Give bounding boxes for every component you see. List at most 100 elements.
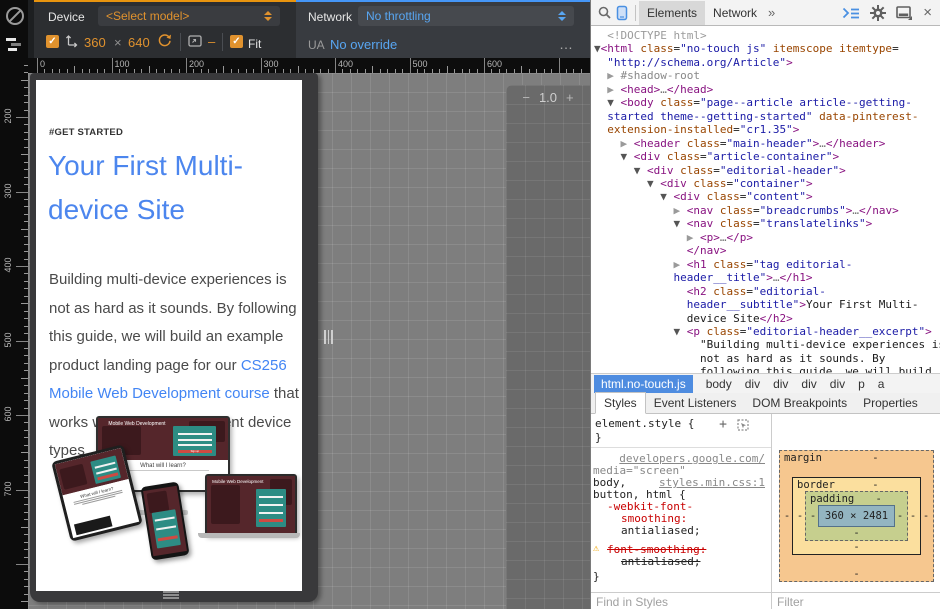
dom-tree-node[interactable]: ▼ <body class="page--article article--ge… xyxy=(594,96,940,109)
tab-styles[interactable]: Styles xyxy=(595,392,646,414)
ruler-label: 600 xyxy=(487,59,502,69)
laptop-base xyxy=(198,533,300,538)
breadcrumb-item[interactable]: div xyxy=(773,377,788,391)
height-field[interactable]: 640 xyxy=(128,35,150,50)
device-model-select[interactable]: <Select model> xyxy=(98,6,280,26)
new-style-rule-icon[interactable]: + xyxy=(719,417,727,432)
ua-override-value[interactable]: No override xyxy=(330,37,397,52)
network-waterfall-icon[interactable] xyxy=(6,38,23,51)
ruler-label: 400 xyxy=(3,250,13,280)
device-bottom-handle[interactable] xyxy=(163,591,179,599)
swap-dimensions-icon[interactable] xyxy=(65,33,79,48)
ruler-label: 500 xyxy=(3,325,13,355)
dom-tree-node[interactable]: ▶ <header class="main-header">…</header> xyxy=(594,137,940,150)
scale-value[interactable]: – xyxy=(208,34,215,49)
element-state-icon[interactable] xyxy=(737,419,749,431)
dom-tree-node[interactable]: started theme--getting-started" data-pin… xyxy=(594,110,940,123)
network-section: Network No throttling UA No override xyxy=(296,0,590,58)
dock-side-icon[interactable] xyxy=(896,6,913,20)
dom-tree-node[interactable]: ▼<html class="no-touch js" itemscope ite… xyxy=(594,42,940,55)
dom-tree-node[interactable]: header__title">…</h1> xyxy=(594,271,940,284)
dom-tree-node[interactable]: ▼ <nav class="translatelinks"> xyxy=(594,217,940,230)
warning-icon: ⚠ xyxy=(593,543,599,554)
laptop-mockup: Mobile Web Development xyxy=(205,474,297,535)
dom-tree-node[interactable]: header__subtitle">Your First Multi- xyxy=(594,298,940,311)
divider xyxy=(635,5,636,21)
device-resize-handle[interactable] xyxy=(324,330,336,344)
more-tabs-icon[interactable]: » xyxy=(765,5,778,20)
signup-button: Sign up xyxy=(178,450,212,453)
dom-tree-node[interactable]: ▶ <nav class="breadcrumbs">…</nav> xyxy=(594,204,940,217)
dom-tree-node[interactable]: ▶ <head>…</head> xyxy=(594,83,940,96)
device-model-value: <Select model> xyxy=(106,9,189,23)
tab-elements[interactable]: Elements xyxy=(639,1,705,25)
toolbar-overflow-icon[interactable]: … xyxy=(559,36,575,52)
box-model-border[interactable]: border - - padding - - xyxy=(792,477,921,555)
disable-icon[interactable] xyxy=(6,7,24,25)
console-drawer-icon[interactable] xyxy=(842,7,860,19)
ruler-label: 500 xyxy=(413,59,428,69)
tab-network[interactable]: Network xyxy=(705,1,765,25)
box-model-margin[interactable]: margin - - border - - xyxy=(779,450,934,582)
dom-tree-node[interactable]: "http://schema.org/Article"> xyxy=(594,56,940,69)
divider xyxy=(180,33,181,51)
ruler-label: 300 xyxy=(3,176,13,206)
close-icon[interactable]: × xyxy=(923,7,932,19)
border-label: border xyxy=(797,479,835,491)
width-field[interactable]: 360 xyxy=(84,35,106,50)
dom-tree-node[interactable]: ▼ <div class="article-container"> xyxy=(594,150,940,163)
dom-tree-node[interactable]: <h2 class="editorial- xyxy=(594,285,940,298)
article-kicker: #GET STARTED xyxy=(49,127,123,138)
tab-properties[interactable]: Properties xyxy=(855,393,926,413)
dom-tree-node[interactable]: ▼ <p class="editorial-header__excerpt"> xyxy=(594,325,940,338)
dom-tree-node[interactable]: device Site</h2> xyxy=(594,312,940,325)
box-model-content[interactable]: 360 × 2481 xyxy=(818,505,895,527)
dom-tree-node[interactable]: <!DOCTYPE html> xyxy=(594,29,940,42)
inspect-search-icon[interactable] xyxy=(597,5,612,20)
fit-label: Fit xyxy=(248,37,261,51)
zoom-in-button[interactable]: + xyxy=(566,90,574,105)
zoom-out-button[interactable]: − xyxy=(522,90,530,105)
element-style-rule[interactable]: element.style { xyxy=(595,417,694,430)
breadcrumb-item[interactable]: html.no-touch.js xyxy=(594,375,693,393)
dom-tree-node[interactable]: ▼ <div class="container"> xyxy=(594,177,940,190)
refresh-icon[interactable] xyxy=(157,33,172,48)
dom-tree-node[interactable]: ▼ <div class="editorial-header"> xyxy=(594,164,940,177)
ruler-label: 300 xyxy=(264,59,279,69)
box-model-padding[interactable]: padding - - 360 × 2481 - xyxy=(805,491,908,541)
ruler-horizontal: 0100200300400500600 xyxy=(28,58,590,73)
breadcrumb-item[interactable]: div xyxy=(801,377,816,391)
tab-event-listeners[interactable]: Event Listeners xyxy=(646,393,745,413)
dom-tree-node[interactable]: following this guide, we will build xyxy=(594,365,940,373)
dom-tree-node[interactable]: </nav> xyxy=(594,244,940,257)
device-label: Device xyxy=(48,10,85,24)
gear-icon[interactable] xyxy=(870,5,886,21)
dom-tree-node[interactable]: ▶ <p>…</p> xyxy=(594,231,940,244)
fit-checkbox[interactable]: ✓ xyxy=(230,35,243,48)
dom-tree-node[interactable]: "Building multi-device experiences is xyxy=(594,338,940,351)
devtools-toolbar: Elements Network » xyxy=(591,0,940,26)
find-styles-input[interactable]: Find in Styles xyxy=(591,592,771,609)
css-property-value[interactable]: antialiased; xyxy=(621,524,700,537)
select-arrows-icon xyxy=(558,11,566,21)
breadcrumb-item[interactable]: div xyxy=(745,377,760,391)
dimensions-checkbox[interactable]: ✓ xyxy=(46,35,59,48)
device-mode-icon[interactable] xyxy=(616,5,628,21)
network-throttling-select[interactable]: No throttling xyxy=(358,6,574,26)
dom-tree-node[interactable]: ▼ <div class="content"> xyxy=(594,190,940,203)
breadcrumb-item[interactable]: div xyxy=(830,377,845,391)
breadcrumb-item[interactable]: body xyxy=(706,377,732,391)
breadcrumb-item[interactable]: a xyxy=(878,377,885,391)
invalid-css-property-value[interactable]: antialiased; xyxy=(621,555,700,568)
dom-tree-node[interactable]: ▶ #shadow-root xyxy=(594,69,940,82)
screen-fit-icon[interactable] xyxy=(188,35,202,47)
breadcrumb-item[interactable]: p xyxy=(858,377,865,391)
metrics-filter-input[interactable]: Filter xyxy=(771,592,940,609)
ruler-label: 700 xyxy=(3,474,13,504)
ruler-label: 0 xyxy=(40,59,45,69)
dom-tree-node[interactable]: ▶ <h1 class="tag editorial- xyxy=(594,258,940,271)
dom-tree-node[interactable]: not as hard as it sounds. By xyxy=(594,352,940,365)
tab-dom-breakpoints[interactable]: DOM Breakpoints xyxy=(744,393,855,413)
dom-tree-node[interactable]: extension-installed="cr1.35"> xyxy=(594,123,940,136)
divider xyxy=(222,33,223,51)
